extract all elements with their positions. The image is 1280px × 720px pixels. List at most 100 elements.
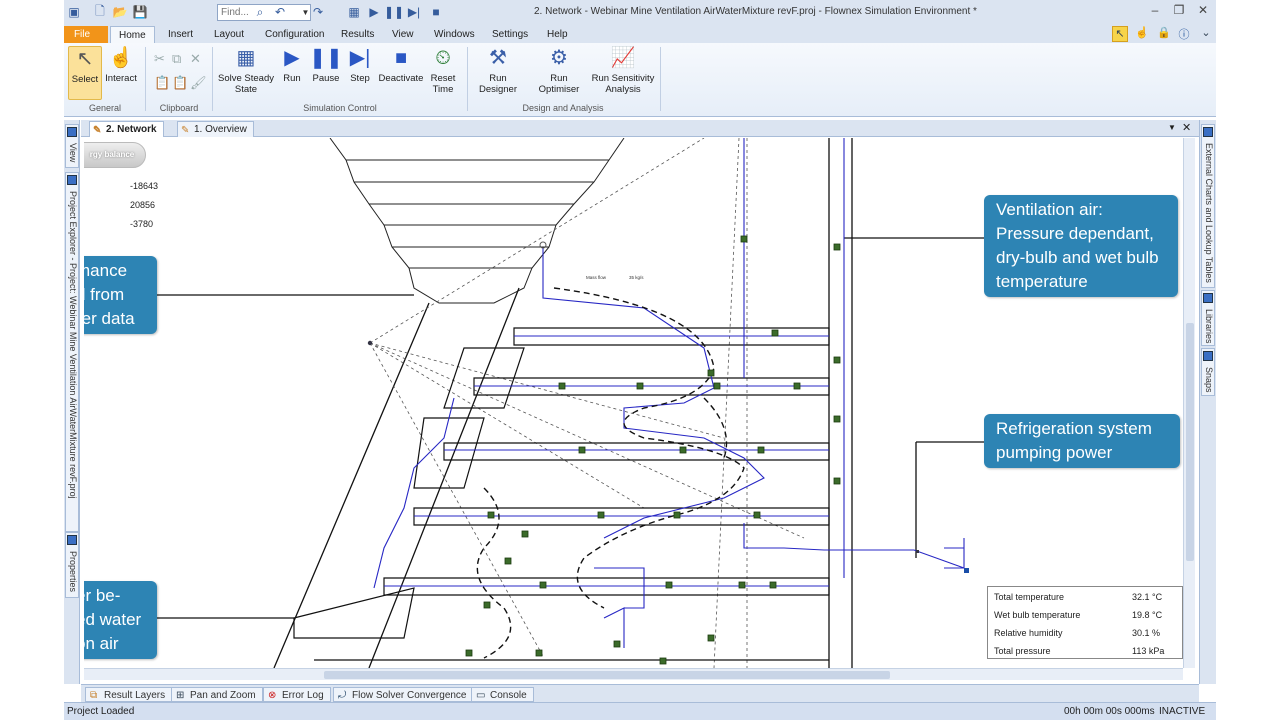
tab-network-label: 2. Network <box>106 124 157 135</box>
close-button[interactable]: ✕ <box>1192 3 1214 21</box>
hand-icon[interactable]: ☝ <box>1134 26 1150 42</box>
horizontal-scrollbar[interactable] <box>84 668 1183 680</box>
tab-flow-solver-convergence[interactable]: ⤾ Flow Solver Convergence <box>333 687 474 702</box>
network-tab-icon: ✎ <box>93 125 102 136</box>
tab-home[interactable]: Home <box>110 26 155 43</box>
group-separator <box>660 47 661 111</box>
info-icon[interactable]: ⓘ <box>1176 26 1192 42</box>
binoculars-icon[interactable]: ⌕ <box>252 4 268 20</box>
delete-icon[interactable]: ✕ <box>190 51 201 67</box>
error-icon: ⊗ <box>268 690 277 701</box>
tab-settings[interactable]: Settings <box>484 26 536 43</box>
vertical-scroll-thumb[interactable] <box>1186 323 1194 561</box>
properties-tab[interactable]: Properties <box>65 532 79 598</box>
paste-special-icon[interactable]: 📋 <box>172 75 188 91</box>
tab-overview[interactable]: ✎ 1. Overview <box>177 121 254 137</box>
tab-help[interactable]: Help <box>539 26 576 43</box>
network-canvas[interactable]: rgy balance -18643 20856 -3780 Mass flow… <box>84 138 1183 668</box>
energy-value: -18643 <box>130 181 159 191</box>
paste-icon[interactable]: 📋 <box>154 75 170 91</box>
tab-result-layers[interactable]: ⧉ Result Layers <box>85 687 173 702</box>
view-panel-tab[interactable]: View <box>65 124 79 168</box>
tab-console[interactable]: ▭ Console <box>471 687 534 702</box>
step-label: Step <box>350 73 370 84</box>
tab-results[interactable]: Results <box>333 26 382 43</box>
project-explorer-label: Project Explorer - Project: Webinar Mine… <box>68 191 78 499</box>
tab-layout[interactable]: Layout <box>206 26 252 43</box>
run-small-icon[interactable]: ▶ <box>366 4 382 20</box>
lock-icon[interactable]: 🔒 <box>1156 26 1172 42</box>
callout-chilled-water: er be- ed water on air <box>84 581 157 659</box>
select-button[interactable]: ↖ Select <box>68 46 102 100</box>
deactivate-button[interactable]: ■ Deactivate <box>377 46 425 100</box>
tab-configuration[interactable]: Configuration <box>257 26 332 43</box>
select-pointer-icon: ↖ <box>76 47 94 70</box>
interact-label: Interact <box>105 73 137 84</box>
run-sensitivity-label-2: Analysis <box>605 84 641 95</box>
callout-line: er be- <box>84 586 121 605</box>
project-explorer-tab[interactable]: Project Explorer - Project: Webinar Mine… <box>65 172 79 532</box>
external-charts-tab[interactable]: External Charts and Lookup Tables <box>1201 124 1215 288</box>
energy-balance-badge[interactable]: rgy balance <box>84 142 146 168</box>
tab-list-dropdown-icon[interactable]: ▼ <box>1168 123 1176 132</box>
tab-pan-and-zoom[interactable]: ⊞ Pan and Zoom <box>171 687 263 702</box>
solve-steady-state-button[interactable]: ▦ Solve Steady State <box>216 46 276 100</box>
document-tabs: ✎ 2. Network ✎ 1. Overview ▼ ✕ <box>81 120 1199 137</box>
error-log-label: Error Log <box>282 690 324 701</box>
callout-line: Refrigeration system <box>996 419 1152 438</box>
libraries-tab[interactable]: Libraries <box>1201 290 1215 346</box>
callout-performance: mance d from rer data <box>84 256 157 334</box>
stop-small-icon[interactable]: ■ <box>428 4 444 20</box>
run-icon: ▶ <box>284 46 300 69</box>
horizontal-scroll-thumb[interactable] <box>324 671 890 679</box>
close-document-icon[interactable]: ✕ <box>1182 121 1191 134</box>
run-optimiser-label: Run Optimiser <box>538 73 580 95</box>
ribbon-collapse-icon[interactable]: ⌄ <box>1198 26 1214 42</box>
result-info-table: Total temperature 32.1 °C Wet bulb tempe… <box>987 586 1183 659</box>
status-text: Project Loaded <box>67 706 135 717</box>
external-charts-label: External Charts and Lookup Tables <box>1204 143 1214 283</box>
pause-button[interactable]: ❚❚ Pause <box>309 46 343 100</box>
run-button[interactable]: ▶ Run <box>278 46 306 100</box>
solve-steady-label-2: State <box>234 84 258 95</box>
tab-view[interactable]: View <box>384 26 422 43</box>
redo-icon[interactable]: ↷ <box>310 4 326 20</box>
run-sensitivity-analysis-button[interactable]: 📈 Run Sensitivity Analysis <box>590 46 656 100</box>
external-charts-icon <box>1203 127 1213 137</box>
select-label: Select <box>71 74 99 85</box>
copy-icon[interactable]: ⧉ <box>172 51 181 67</box>
reset-time-label-1: Reset <box>430 73 456 84</box>
step-button[interactable]: ▶| Step <box>346 46 374 100</box>
pointer-icon[interactable]: ↖ <box>1112 26 1128 42</box>
dashed-airways <box>476 287 745 659</box>
vertical-scrollbar[interactable] <box>1183 138 1195 668</box>
format-painter-icon[interactable]: 🖌 <box>190 75 207 91</box>
solve-icon[interactable]: ▦ <box>346 4 362 20</box>
save-icon[interactable]: 💾 <box>132 4 148 20</box>
interact-button[interactable]: ☝ Interact <box>104 46 138 100</box>
snaps-tab[interactable]: Snaps <box>1201 348 1215 396</box>
tab-windows[interactable]: Windows <box>426 26 483 43</box>
snaps-label: Snaps <box>1204 367 1214 393</box>
run-designer-icon: ⚒ <box>489 46 507 69</box>
cut-icon[interactable]: ✂ <box>154 51 165 67</box>
run-designer-button[interactable]: ⚒ Run Designer <box>470 46 526 100</box>
tab-insert[interactable]: Insert <box>160 26 201 43</box>
run-optimiser-button[interactable]: ⚙ Run Optimiser <box>530 46 588 100</box>
step-small-icon[interactable]: ▶| <box>406 4 422 20</box>
group-label-simulation-control: Simulation Control <box>303 103 377 113</box>
tab-file[interactable]: File <box>64 26 108 43</box>
new-file-icon[interactable]: 🗋 <box>92 4 108 20</box>
undo-icon[interactable]: ↶ <box>272 4 288 20</box>
energy-value: -3780 <box>130 219 154 229</box>
tab-error-log[interactable]: ⊗ Error Log <box>263 687 331 702</box>
pause-small-icon[interactable]: ❚❚ <box>384 4 404 20</box>
info-row: Wet bulb temperature 19.8 °C <box>988 605 1183 623</box>
restore-button[interactable]: ❐ <box>1168 3 1190 21</box>
reset-time-button[interactable]: ⏲ Reset Time <box>426 46 460 100</box>
callout-line: temperature <box>996 272 1088 291</box>
minimize-button[interactable]: – <box>1144 3 1166 21</box>
run-sensitivity-label-1: Run Sensitivity <box>591 73 655 84</box>
tab-network[interactable]: ✎ 2. Network <box>89 121 164 137</box>
open-folder-icon[interactable]: 📂 <box>112 4 128 20</box>
